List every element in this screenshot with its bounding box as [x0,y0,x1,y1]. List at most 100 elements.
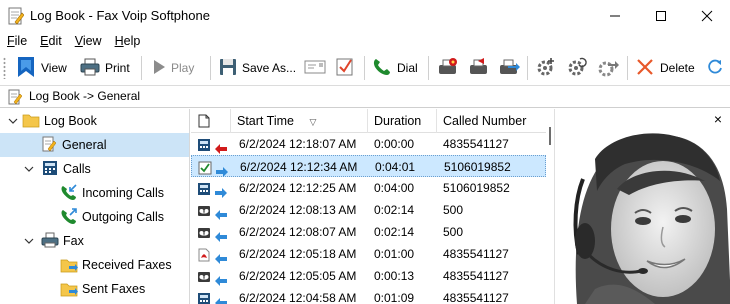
document-icon [198,114,210,128]
tree-item-calls[interactable]: Calls [0,157,189,181]
maximize-button[interactable] [638,0,684,32]
cell-start-time: 6/2/2024 12:12:34 AM [240,160,358,174]
cell-duration: 0:04:01 [375,160,416,174]
forward-button[interactable] [597,54,619,82]
floppy-disk-icon [219,58,237,79]
table-row[interactable]: 6/2/2024 12:08:13 AM 0:02:14 500 [191,199,546,221]
printer-icon [80,57,100,80]
sent-fax-folder-icon [60,280,78,301]
tree-item-incoming-calls[interactable]: Incoming Calls [0,181,189,205]
envelope-icon [304,59,326,78]
menu-help[interactable]: Help [108,32,147,50]
tree-item-fax[interactable]: Fax [0,229,189,253]
column-header-duration[interactable]: Duration [368,109,437,133]
menu-edit[interactable]: Edit [33,32,68,50]
vertical-scrollbar[interactable] [546,109,554,304]
cell-duration: 0:00:00 [374,137,415,151]
tree-item-sent-faxes[interactable]: Sent Faxes [0,277,189,301]
cell-called-number: 5106019852 [443,181,510,195]
call-log-icon [42,160,58,179]
scrollbar-thumb[interactable] [549,127,551,145]
forward-fax-button[interactable] [498,54,520,82]
tree-item-log-book[interactable]: Log Book [0,109,189,133]
tree-item-received-faxes[interactable]: Received Faxes [0,253,189,277]
email-button[interactable] [304,54,326,82]
table-row[interactable]: 6/2/2024 12:05:18 AM 0:01:00 4835541127 [191,243,546,265]
cell-start-time: 6/2/2024 12:18:07 AM [239,137,357,151]
sort-descending-icon: ▽ [309,117,317,127]
fax-new-icon [437,57,459,80]
table-row[interactable]: 6/2/2024 12:04:58 AM 0:01:09 4835541127 [191,287,546,304]
close-preview-icon[interactable]: × [714,112,722,126]
menu-file[interactable]: File [0,32,33,50]
breadcrumb-path: Log Book -> General [29,89,141,103]
toolbar: View Print Play Save As... Dial Delete [0,50,730,86]
checked-document-icon [198,160,212,175]
close-button[interactable] [684,0,730,32]
settings-button[interactable] [535,54,557,82]
table-row[interactable]: 6/2/2024 12:12:34 AM 0:04:01 5106019852 [191,155,546,177]
table-row[interactable]: 6/2/2024 12:12:25 AM 0:04:00 5106019852 [191,177,546,199]
received-fax-folder-icon [60,256,78,277]
refresh-button[interactable] [706,54,724,82]
table-row[interactable]: 6/2/2024 12:18:07 AM 0:00:00 4835541127 [191,133,546,155]
toolbar-separator [627,56,628,80]
fax-forward-icon [498,57,520,80]
incoming-call-icon [60,184,78,205]
minimize-button[interactable] [592,0,638,32]
window-title: Log Book - Fax Voip Softphone [30,8,210,23]
chevron-down-icon[interactable] [24,164,34,174]
column-header-called-number[interactable]: Called Number [437,109,546,133]
chevron-down-icon[interactable] [8,116,18,126]
arrow-left-icon [215,271,227,286]
dial-button[interactable]: Dial [372,54,418,82]
cell-duration: 0:00:13 [374,269,415,283]
voicemail-icon [197,203,211,217]
outgoing-call-icon [60,208,78,229]
save-as-button[interactable]: Save As... [219,54,296,82]
menu-view[interactable]: View [68,32,108,50]
cell-called-number: 4835541127 [443,247,509,261]
play-button[interactable]: Play [152,54,194,82]
cell-start-time: 6/2/2024 12:12:25 AM [239,181,357,195]
toolbar-separator [364,56,365,80]
tree-item-outgoing-calls[interactable]: Outgoing Calls [0,205,189,229]
tree-label: Incoming Calls [82,186,164,200]
logbook-icon [8,89,23,108]
column-header-type[interactable] [191,109,231,133]
cell-duration: 0:02:14 [374,225,415,239]
cell-start-time: 6/2/2024 12:08:13 AM [239,203,357,217]
table-row[interactable]: 6/2/2024 12:05:05 AM 0:00:13 4835541127 [191,265,546,287]
column-header-start-time[interactable]: Start Time ▽ [231,109,368,133]
reply-fax-button[interactable] [468,54,490,82]
cell-start-time: 6/2/2024 12:04:58 AM [239,291,357,304]
arrow-left-icon [215,205,227,220]
tree-item-general[interactable]: General [0,133,189,157]
toolbar-separator [210,56,211,80]
cell-called-number: 4835541127 [443,269,509,283]
cell-called-number: 500 [443,225,464,239]
cell-called-number: 4835541127 [443,291,509,304]
toolbar-separator [141,56,142,80]
phone-handset-icon [372,57,392,80]
toolbar-grip[interactable] [3,57,6,79]
mark-done-button[interactable] [336,54,354,82]
fax-reply-icon [468,57,490,80]
resend-button[interactable] [566,54,588,82]
print-button[interactable]: Print [80,54,130,82]
tree-label: Calls [63,162,91,176]
cell-start-time: 6/2/2024 12:05:05 AM [239,269,357,283]
view-button[interactable]: View [16,54,67,82]
table-row[interactable]: 6/2/2024 12:08:07 AM 0:02:14 500 [191,221,546,243]
call-log-icon [197,181,211,195]
cell-called-number: 4835541127 [443,137,509,151]
call-log-icon [197,137,211,151]
arrow-left-icon [215,293,227,304]
delete-button[interactable]: Delete [635,54,695,82]
gear-refresh-icon [566,57,588,80]
chevron-down-icon[interactable] [24,236,34,246]
new-fax-button[interactable] [437,54,459,82]
logbook-icon [42,136,57,155]
support-agent-photo [555,109,730,304]
arrow-right-icon [216,162,228,177]
